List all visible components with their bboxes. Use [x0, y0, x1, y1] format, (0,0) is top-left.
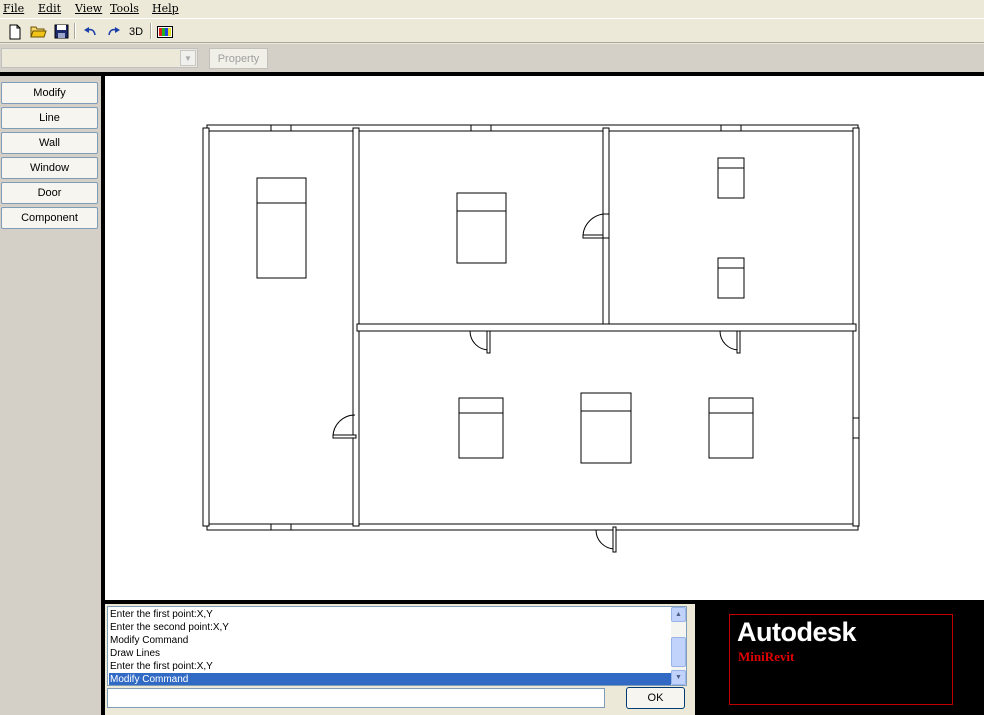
door[interactable] — [595, 526, 617, 553]
bed[interactable] — [456, 192, 507, 264]
command-log-line[interactable]: Enter the first point:X,Y — [109, 660, 672, 673]
logo-frame: Autodesk MiniRevit — [729, 614, 953, 705]
bed[interactable] — [256, 177, 307, 279]
save-button[interactable] — [51, 22, 71, 41]
color-palette-icon — [157, 25, 173, 38]
command-log-scrollbar[interactable]: ▲ ▼ — [671, 607, 686, 685]
undo-icon — [83, 26, 96, 35]
floor-plan — [202, 124, 860, 553]
save-disk-icon — [54, 24, 68, 39]
bed[interactable] — [458, 397, 504, 459]
command-log-line-selected[interactable]: Modify Command — [109, 673, 672, 685]
menu-view-label: View — [75, 2, 103, 15]
menu-file[interactable]: File — [3, 2, 24, 15]
product-name: MiniRevit — [738, 649, 795, 664]
new-file-icon — [9, 24, 21, 39]
command-log-line[interactable]: Modify Command — [109, 634, 672, 647]
drawing-canvas[interactable] — [105, 76, 984, 600]
command-log-line[interactable]: Enter the first point:X,Y — [109, 608, 672, 621]
menu-edit[interactable]: Edit — [38, 2, 61, 15]
window[interactable] — [270, 523, 292, 531]
wall-west[interactable] — [202, 127, 210, 527]
toolbar-separator — [150, 23, 152, 39]
bed[interactable] — [580, 392, 632, 464]
door[interactable] — [582, 213, 610, 239]
command-log[interactable]: Enter the first point:X,Y Enter the seco… — [107, 606, 687, 686]
component-button[interactable]: Component — [1, 207, 98, 229]
scroll-down-icon[interactable]: ▼ — [671, 670, 686, 685]
scroll-up-icon[interactable]: ▲ — [671, 607, 686, 622]
undo-button[interactable] — [80, 22, 100, 41]
bed[interactable] — [717, 257, 745, 299]
modify-button[interactable]: Modify — [1, 82, 98, 104]
menu-tools-label: Tools — [110, 2, 139, 15]
menu-tools[interactable]: Tools — [110, 2, 139, 15]
menu-bar: File Edit View Tools Help — [0, 0, 984, 18]
toolbar: 3D — [0, 18, 984, 43]
window-button[interactable]: Window — [1, 157, 98, 179]
ok-button[interactable]: OK — [626, 687, 685, 709]
toolbar-separator — [74, 23, 76, 39]
open-folder-icon — [29, 26, 47, 38]
logo-panel: Autodesk MiniRevit — [695, 604, 984, 715]
tool-panel: Modify Line Wall Window Door Component — [0, 76, 101, 715]
window[interactable] — [270, 124, 292, 132]
door[interactable] — [469, 330, 491, 354]
element-selector[interactable]: ▼ — [1, 48, 198, 68]
menu-edit-label: Edit — [38, 2, 62, 15]
menu-help[interactable]: Help — [152, 2, 179, 15]
property-bar: ▼ Property — [0, 44, 984, 72]
redo-icon — [107, 26, 120, 35]
chevron-down-icon[interactable]: ▼ — [180, 50, 196, 66]
window[interactable] — [720, 124, 742, 132]
scroll-thumb[interactable] — [671, 637, 686, 667]
color-button[interactable] — [155, 22, 175, 41]
command-input[interactable] — [107, 688, 605, 708]
wall-south[interactable] — [206, 523, 859, 531]
wall-north[interactable] — [206, 124, 859, 132]
window[interactable] — [470, 124, 492, 132]
wall-button[interactable]: Wall — [1, 132, 98, 154]
open-file-button[interactable] — [28, 22, 48, 41]
door[interactable] — [719, 330, 741, 354]
property-button[interactable]: Property — [209, 48, 268, 69]
redo-button[interactable] — [103, 22, 123, 41]
command-log-line[interactable]: Draw Lines — [109, 647, 672, 660]
menu-file-label: File — [3, 2, 25, 15]
brand-name: Autodesk — [737, 617, 857, 647]
new-file-button[interactable] — [5, 22, 25, 41]
bed[interactable] — [708, 397, 754, 459]
window[interactable] — [852, 417, 860, 439]
wall-interior[interactable] — [356, 323, 857, 332]
bed[interactable] — [717, 157, 745, 199]
view-3d-button[interactable]: 3D — [126, 22, 146, 41]
menu-help-label: Help — [152, 2, 179, 15]
command-panel: Enter the first point:X,Y Enter the seco… — [105, 604, 695, 715]
menu-view[interactable]: View — [75, 2, 102, 15]
door-button[interactable]: Door — [1, 182, 98, 204]
command-log-line[interactable]: Enter the second point:X,Y — [109, 621, 672, 634]
line-button[interactable]: Line — [1, 107, 98, 129]
